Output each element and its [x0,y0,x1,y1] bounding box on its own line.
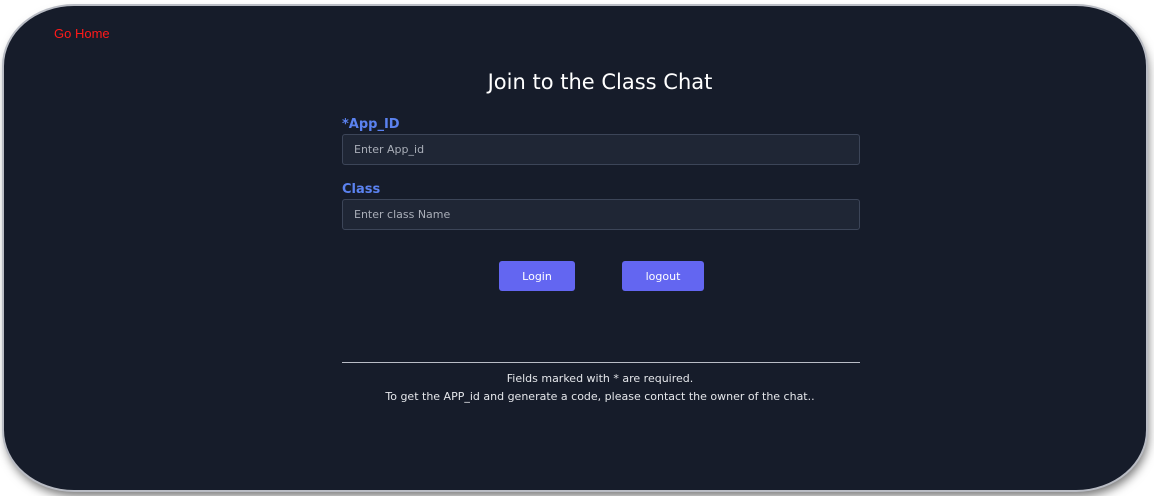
page-title: Join to the Class Chat [487,70,713,94]
class-label: Class [342,182,381,197]
contact-owner-note: To get the APP_id and generate a code, p… [385,390,815,403]
go-home-link[interactable]: Go Home [54,26,110,41]
footer-divider [342,362,860,363]
login-button[interactable]: Login [499,261,575,291]
logout-button[interactable]: logout [622,261,704,291]
app-id-input[interactable] [342,134,860,165]
class-name-input[interactable] [342,199,860,230]
app-window: Go Home Join to the Class Chat *App_ID C… [4,6,1146,490]
required-fields-note: Fields marked with * are required. [506,372,694,385]
app-id-label: *App_ID [342,117,400,132]
